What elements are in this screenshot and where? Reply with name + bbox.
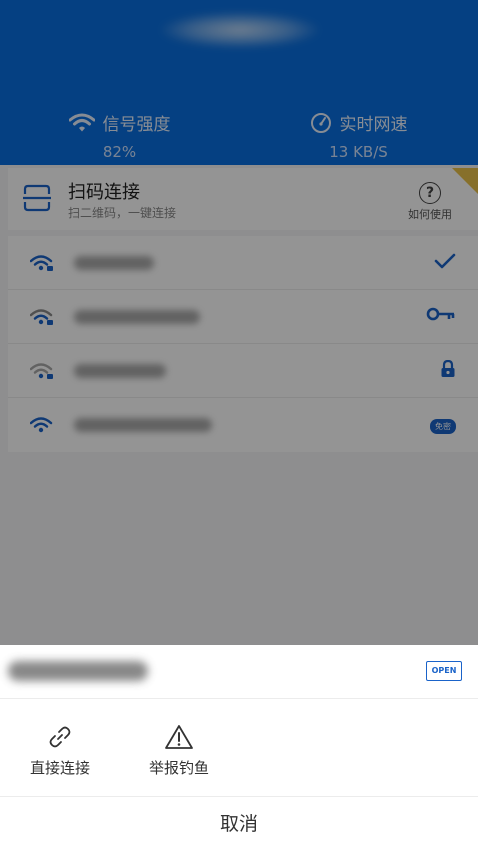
main-page: 信号强度 82% 实时网速 13 KB/S 扫码连接 扫二维码，一键连接 ? 如… [0, 0, 478, 645]
selected-network-blurred [8, 661, 148, 681]
direct-connect-label: 直接连接 [29, 759, 90, 777]
report-phishing-button[interactable]: 举报钓鱼 [129, 723, 229, 778]
warning-icon [129, 723, 229, 751]
open-badge: OPEN [426, 661, 462, 681]
bottom-sheet: OPEN 直接连接 举报钓鱼 取消 [0, 645, 478, 850]
sheet-actions: 直接连接 举报钓鱼 [0, 715, 478, 795]
direct-connect-button[interactable]: 直接连接 [10, 723, 110, 778]
cancel-button[interactable]: 取消 [0, 796, 478, 850]
dim-overlay[interactable] [0, 0, 478, 645]
link-icon [10, 723, 110, 751]
report-phishing-label: 举报钓鱼 [148, 759, 209, 777]
sheet-header: OPEN [0, 645, 478, 699]
